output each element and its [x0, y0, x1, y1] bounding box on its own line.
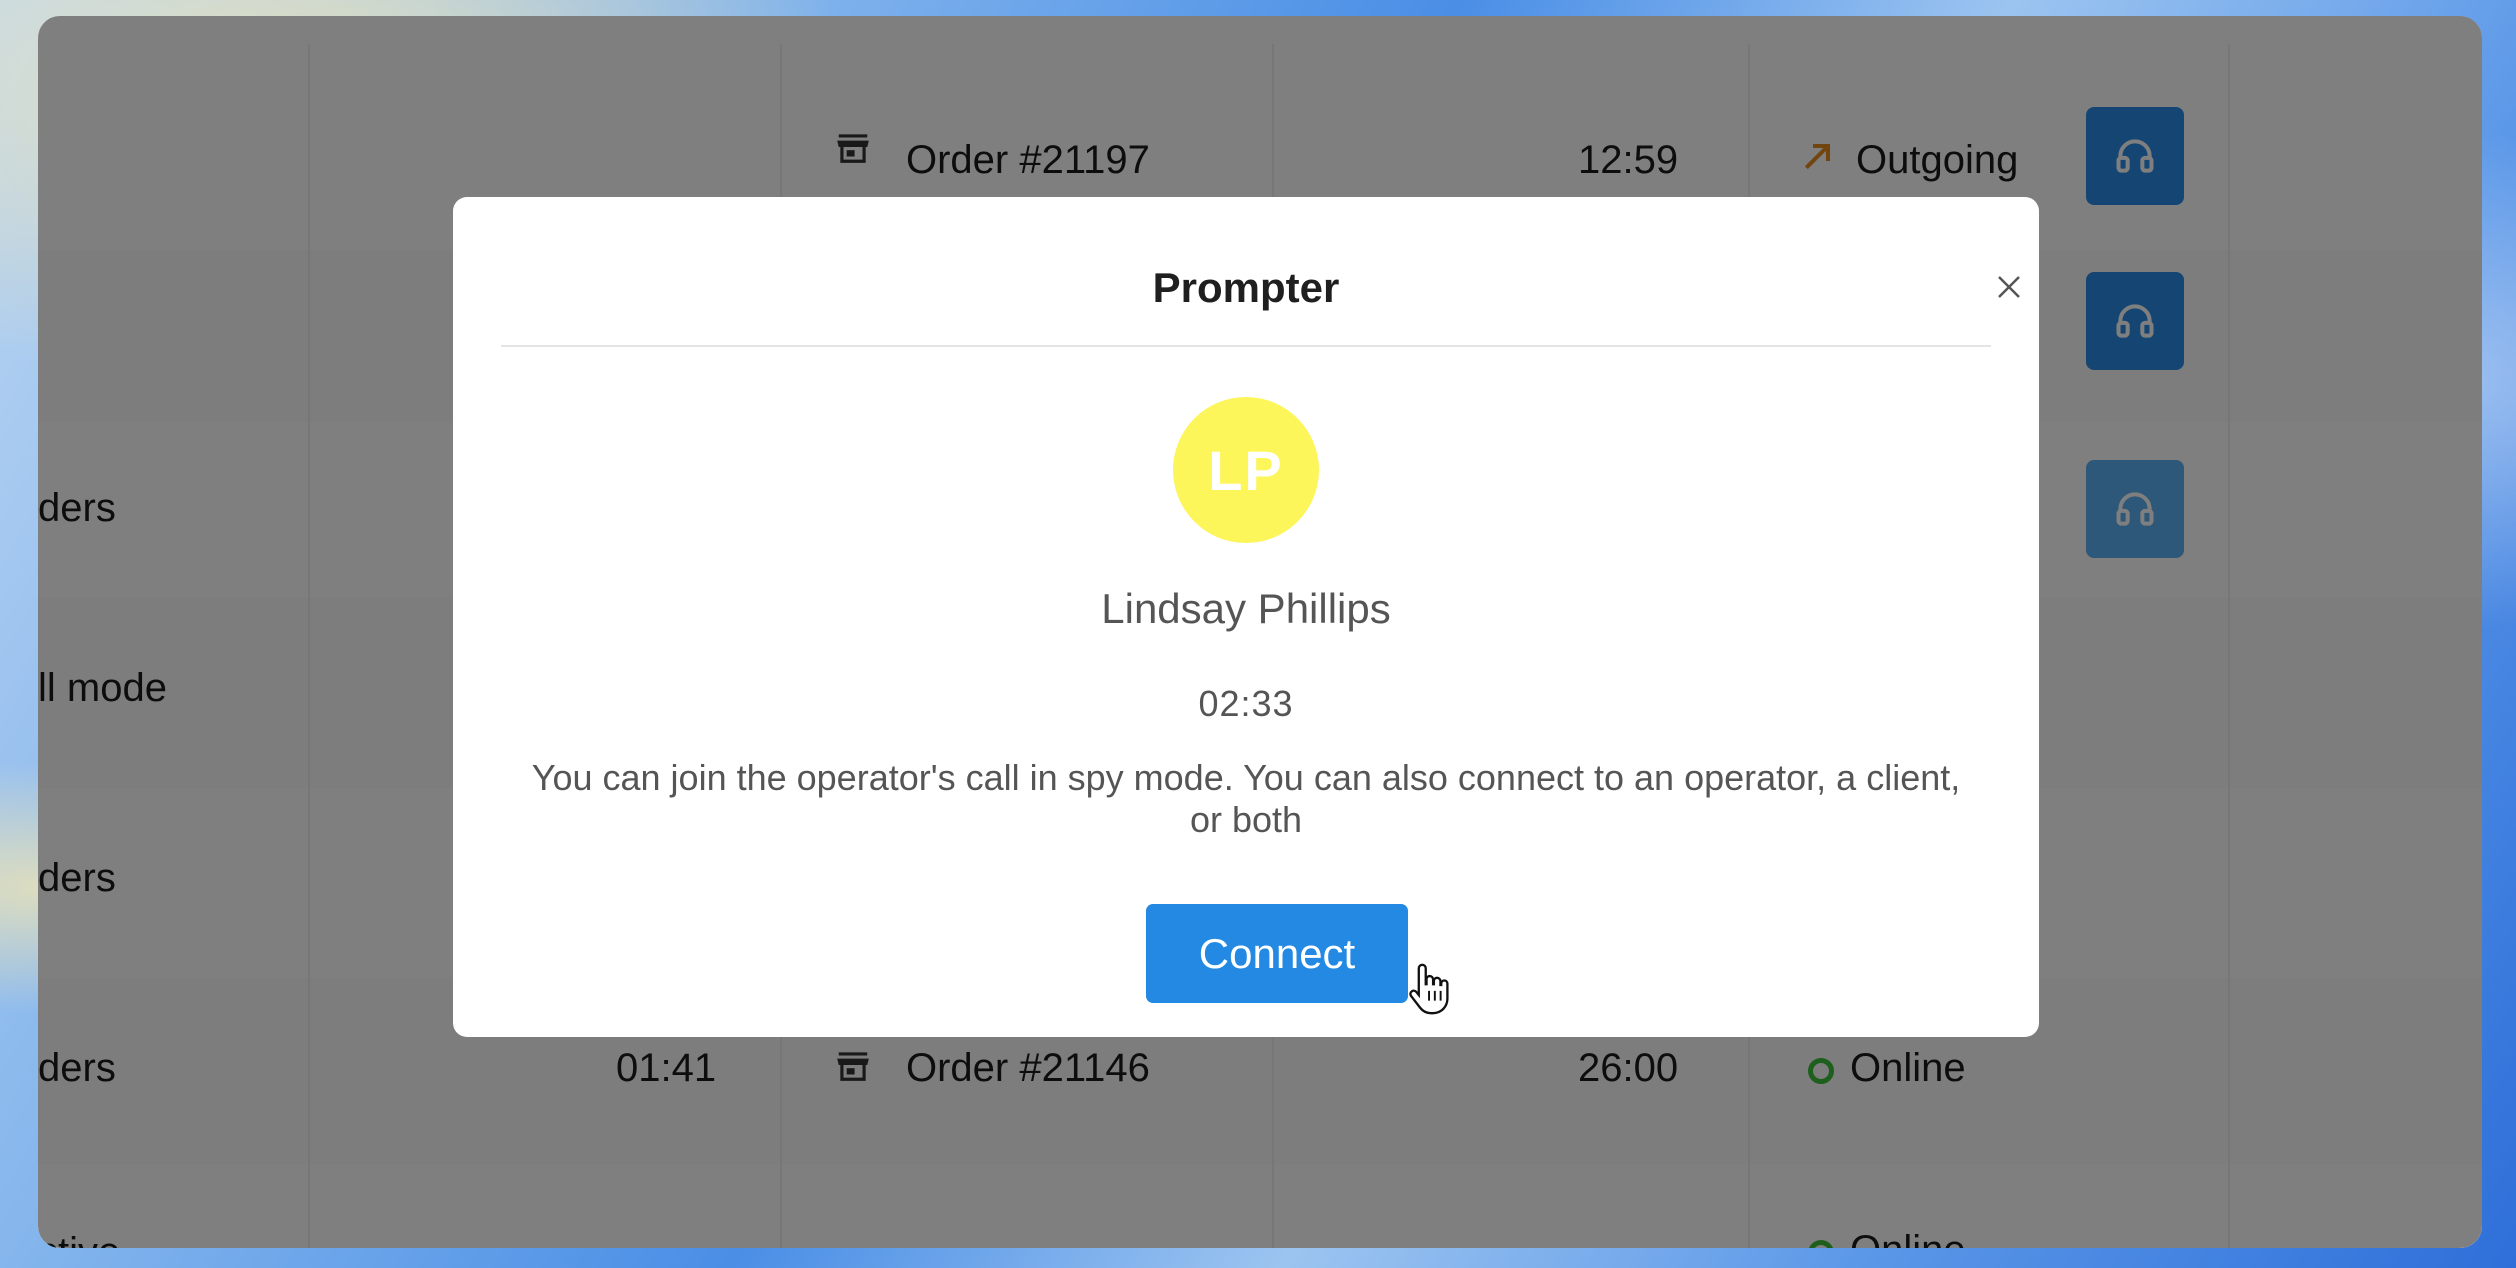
connect-button[interactable]: Connect: [1146, 904, 1408, 1003]
call-timer: 02:33: [1198, 683, 1294, 724]
avatar: LP: [1173, 397, 1319, 543]
prompter-dialog: Prompter LP Lindsay Phillips 02:33 You c…: [453, 197, 2039, 1037]
app-window: Order #21197 12:59 Outgoing ders ll mode…: [38, 16, 2482, 1248]
dialog-divider: [501, 345, 1991, 347]
dialog-description: You can join the operator's call in spy …: [531, 757, 1961, 840]
operator-name: Lindsay Phillips: [1101, 585, 1391, 632]
dialog-title: Prompter: [1152, 264, 1340, 311]
close-icon: [1998, 276, 2020, 298]
close-button[interactable]: [1989, 267, 2029, 307]
hand-pointer-icon: [1409, 963, 1449, 1015]
